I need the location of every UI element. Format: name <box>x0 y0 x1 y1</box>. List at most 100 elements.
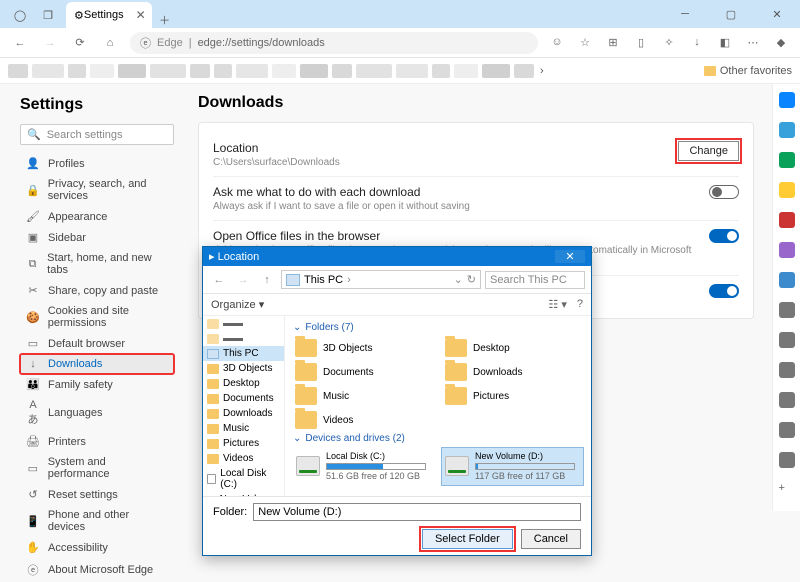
folder-item[interactable]: Music <box>293 385 433 407</box>
dialog-forward-button[interactable]: → <box>233 274 253 286</box>
sidebar-item-cookies-and-site-permissions[interactable]: 🍪Cookies and site permissions <box>20 301 174 333</box>
bookmark-item[interactable] <box>236 64 268 78</box>
bookmark-item[interactable] <box>90 64 114 78</box>
bookmark-item[interactable] <box>190 64 210 78</box>
close-tab-icon[interactable]: ✕ <box>136 8 146 22</box>
bookmark-item[interactable] <box>454 64 478 78</box>
forward-button[interactable]: → <box>36 37 64 49</box>
split-icon[interactable]: ▯ <box>628 36 654 49</box>
bookmark-item[interactable] <box>150 64 186 78</box>
other-favorites[interactable]: Other favorites <box>704 65 792 77</box>
dialog-search[interactable]: Search This PC <box>485 271 585 289</box>
workspaces-icon[interactable]: ❐ <box>34 2 62 28</box>
sidebar-item-appearance[interactable]: 🖌Appearance <box>20 206 174 227</box>
home-button[interactable]: ⌂ <box>96 37 124 49</box>
browser-tab[interactable]: ⚙ Settings ✕ <box>66 2 152 28</box>
sidebar-item-profiles[interactable]: 👤Profiles <box>20 153 174 174</box>
sidebar-app-icon[interactable] <box>779 152 795 168</box>
tree-item[interactable]: ▬▬ <box>203 331 284 346</box>
sidebar-app-icon[interactable] <box>779 212 795 228</box>
sidebar-item-downloads[interactable]: ↓Downloads <box>20 354 174 374</box>
sidebar-item-start-home-and-new-tabs[interactable]: ⧉Start, home, and new tabs <box>20 248 174 280</box>
change-button[interactable]: Change <box>678 141 739 161</box>
back-button[interactable]: ← <box>6 37 34 49</box>
tree-item[interactable]: 3D Objects <box>203 361 284 376</box>
url-field[interactable]: ⓔ Edge | edge://settings/downloads <box>130 32 538 54</box>
bookmark-item[interactable] <box>68 64 86 78</box>
sidebar-app-icon[interactable] <box>779 302 795 318</box>
folder-item[interactable]: Downloads <box>443 361 583 383</box>
sidebar-item-privacy-search-and-services[interactable]: 🔒Privacy, search, and services <box>20 174 174 206</box>
close-window-button[interactable]: ✕ <box>754 0 800 28</box>
sidebar-add-icon[interactable]: + <box>779 482 795 498</box>
tree-item[interactable]: Local Disk (C:) <box>203 466 284 492</box>
sidebar-app-icon[interactable] <box>779 92 795 108</box>
sidebar-item-default-browser[interactable]: ▭Default browser <box>20 333 174 354</box>
sidebar-item-share-copy-and-paste[interactable]: ✂Share, copy and paste <box>20 280 174 301</box>
tree-item[interactable]: Documents <box>203 391 284 406</box>
downloads-icon[interactable]: ↓ <box>684 36 710 49</box>
collections-icon[interactable]: ⊞ <box>600 36 626 49</box>
folder-item[interactable]: Desktop <box>443 337 583 359</box>
tree-item[interactable]: This PC <box>203 346 284 361</box>
select-folder-button[interactable]: Select Folder <box>422 529 513 549</box>
view-icon[interactable]: ☷ ▾ <box>548 298 566 311</box>
bookmark-item[interactable] <box>8 64 28 78</box>
dialog-breadcrumb[interactable]: This PC › ⌄ ↻ <box>281 270 481 289</box>
show-menu-toggle[interactable] <box>709 284 739 298</box>
sidebar-app-icon[interactable] <box>779 452 795 468</box>
bookmark-item[interactable] <box>332 64 352 78</box>
copilot-icon[interactable]: ◆ <box>768 36 794 49</box>
drives-header[interactable]: Devices and drives (2) <box>293 433 583 444</box>
bookmark-item[interactable] <box>356 64 392 78</box>
bookmark-item[interactable] <box>300 64 328 78</box>
new-tab-button[interactable]: ＋ <box>152 12 178 28</box>
folder-item[interactable]: Pictures <box>443 385 583 407</box>
folder-item[interactable]: Documents <box>293 361 433 383</box>
tree-item[interactable]: Downloads <box>203 406 284 421</box>
sidebar-app-icon[interactable] <box>779 272 795 288</box>
profile-icon[interactable]: ◯ <box>6 2 34 28</box>
tree-item[interactable]: ▬▬ <box>203 316 284 331</box>
folder-field[interactable] <box>253 503 581 521</box>
dialog-up-button[interactable]: ↑ <box>257 274 277 286</box>
refresh-button[interactable]: ⟳ <box>66 36 94 49</box>
folder-item[interactable]: 3D Objects <box>293 337 433 359</box>
dialog-back-button[interactable]: ← <box>209 274 229 286</box>
dialog-close-button[interactable]: ✕ <box>555 250 585 263</box>
cancel-button[interactable]: Cancel <box>521 529 581 549</box>
maximize-button[interactable]: ▢ <box>708 0 754 28</box>
sidebar-app-icon[interactable] <box>779 332 795 348</box>
extensions-icon[interactable]: ✧ <box>656 36 682 49</box>
bookmark-item[interactable] <box>396 64 428 78</box>
tree-item[interactable]: Music <box>203 421 284 436</box>
sidebar-item-reset-settings[interactable]: ↺Reset settings <box>20 484 174 505</box>
folder-item[interactable]: Videos <box>293 409 433 431</box>
bookmark-item[interactable] <box>272 64 296 78</box>
tree-item[interactable]: Pictures <box>203 436 284 451</box>
bookmark-item[interactable] <box>432 64 450 78</box>
bookmark-item[interactable] <box>482 64 510 78</box>
drive-item[interactable]: Local Disk (C:)51.6 GB free of 120 GB <box>293 448 434 485</box>
bookmark-item[interactable] <box>32 64 64 78</box>
drive-item[interactable]: New Volume (D:)117 GB free of 117 GB <box>442 448 583 485</box>
organize-menu[interactable]: Organize <box>211 299 256 311</box>
dialog-view[interactable]: Folders (7) 3D Objects Desktop Documents Do… <box>285 316 591 496</box>
bookmark-item[interactable] <box>118 64 146 78</box>
folders-header[interactable]: Folders (7) <box>293 322 583 333</box>
sidebar-item-accessibility[interactable]: ✋Accessibility <box>20 537 174 558</box>
sidebar-app-icon[interactable] <box>779 392 795 408</box>
favorite-icon[interactable]: ☆ <box>572 36 598 49</box>
menu-icon[interactable]: ⋯ <box>740 36 766 49</box>
bookmark-item[interactable] <box>214 64 232 78</box>
sidebar-app-icon[interactable] <box>779 422 795 438</box>
sidebar-item-phone-and-other-devices[interactable]: 📱Phone and other devices <box>20 505 174 537</box>
bookmarks-overflow-icon[interactable]: › <box>540 65 544 77</box>
sidebar-item-printers[interactable]: 🖨Printers <box>20 431 174 452</box>
sidebar-app-icon[interactable] <box>779 182 795 198</box>
dialog-titlebar[interactable]: ▸ Location ✕ <box>203 247 591 266</box>
sidebar-app-icon[interactable] <box>779 362 795 378</box>
office-toggle[interactable] <box>709 229 739 243</box>
sidebar-item-about-microsoft-edge[interactable]: ⓔAbout Microsoft Edge <box>20 558 174 582</box>
sidebar-app-icon[interactable] <box>779 242 795 258</box>
